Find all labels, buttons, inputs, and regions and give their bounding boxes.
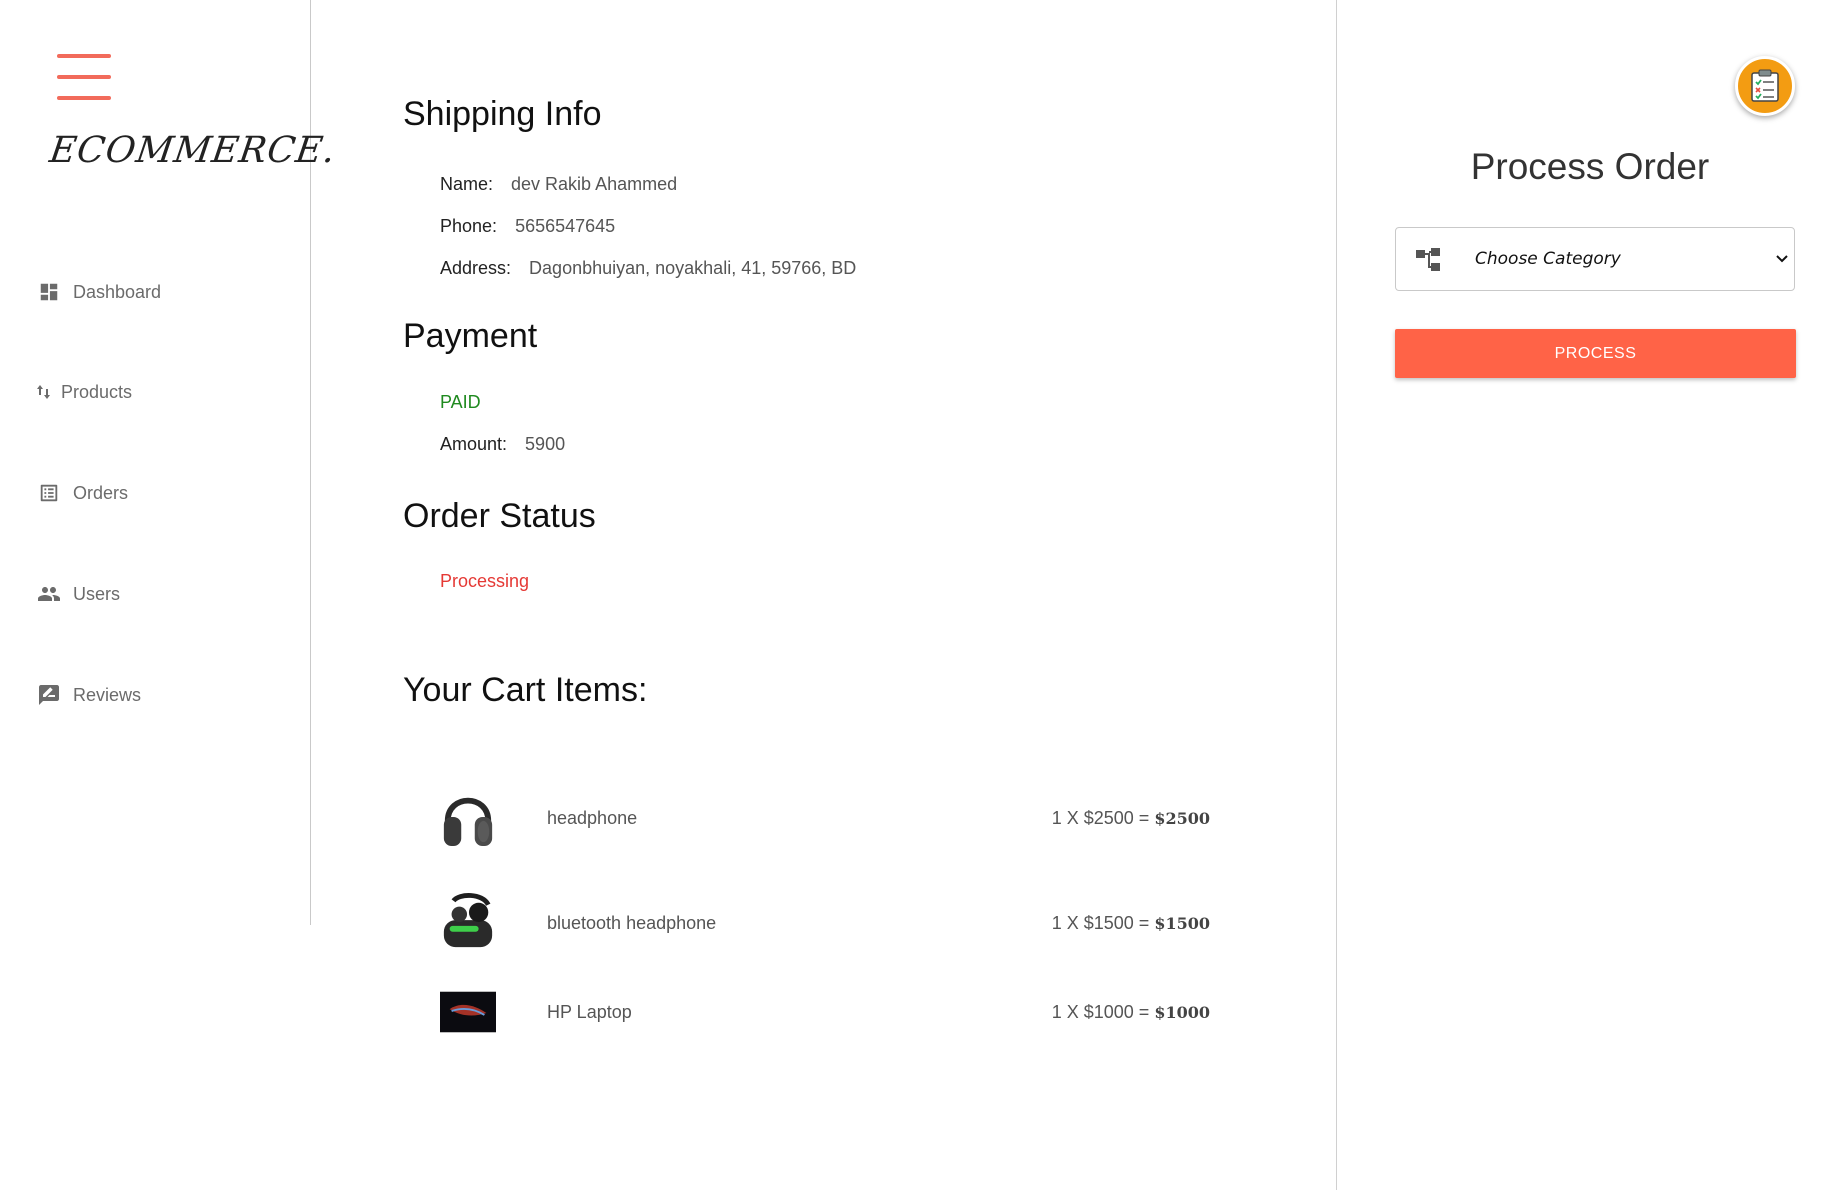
sidebar-item-label: Orders bbox=[73, 482, 129, 503]
cart-items-heading: Your Cart Items: bbox=[403, 671, 648, 709]
hp-laptop-image bbox=[440, 976, 496, 1048]
category-select-value: Choose Category bbox=[1475, 249, 1621, 269]
payment-heading: Payment bbox=[403, 317, 538, 355]
shipping-info-heading: Shipping Info bbox=[403, 95, 602, 133]
sidebar-item-label: Users bbox=[73, 583, 121, 604]
sort-arrows-icon bbox=[37, 380, 51, 404]
sidebar-item-label: Reviews bbox=[73, 684, 142, 705]
payment-status: PAID bbox=[440, 392, 481, 412]
cart-item-price: 1 X $2500 = $2500 bbox=[1051, 807, 1210, 828]
cart-item-name[interactable]: bluetooth headphone bbox=[547, 913, 716, 934]
sidebar: ECOMMERCE. Dashboard Products Orders Use… bbox=[0, 0, 339, 925]
sidebar-item-dashboard[interactable]: Dashboard bbox=[37, 280, 161, 304]
cart-item-price: 1 X $1000 = $1000 bbox=[1051, 1001, 1210, 1022]
account-tree-icon bbox=[1416, 248, 1442, 272]
sidebar-item-reviews[interactable]: Reviews bbox=[37, 683, 141, 707]
amount-label: Amount: bbox=[440, 434, 508, 454]
phone-value: 5656547645 bbox=[515, 216, 616, 236]
sidebar-item-label: Products bbox=[61, 381, 133, 402]
clipboard-checklist-icon[interactable] bbox=[1735, 56, 1795, 116]
headphone-image bbox=[440, 782, 496, 854]
logo[interactable]: ECOMMERCE. bbox=[47, 130, 338, 171]
sidebar-item-products[interactable]: Products bbox=[37, 380, 132, 404]
dashboard-icon bbox=[37, 280, 61, 304]
sidebar-item-orders[interactable]: Orders bbox=[37, 481, 128, 505]
order-status-heading: Order Status bbox=[403, 497, 596, 535]
cart-item-name[interactable]: HP Laptop bbox=[547, 1002, 632, 1023]
shipping-address-row: Address: Dagonbhuiyan, noyakhali, 41, 59… bbox=[440, 258, 856, 279]
rate-review-icon bbox=[37, 683, 61, 707]
chevron-down-icon bbox=[1776, 250, 1788, 266]
address-label: Address: bbox=[440, 258, 512, 278]
shipping-phone-row: Phone: 5656547645 bbox=[440, 216, 615, 237]
sidebar-item-users[interactable]: Users bbox=[37, 582, 120, 606]
name-value: dev Rakib Ahammed bbox=[511, 174, 678, 194]
cart-item: headphone 1 X $2500 = $2500 bbox=[440, 782, 1210, 854]
payment-amount-row: Amount: 5900 bbox=[440, 434, 565, 455]
process-order-heading: Process Order bbox=[1470, 146, 1710, 187]
cart-item: bluetooth headphone 1 X $1500 = $1500 bbox=[440, 887, 1210, 959]
hamburger-menu-icon[interactable] bbox=[57, 54, 111, 100]
phone-label: Phone: bbox=[440, 216, 498, 236]
cart-item-price: 1 X $1500 = $1500 bbox=[1051, 912, 1210, 933]
category-select[interactable]: Choose Category bbox=[1395, 227, 1795, 291]
amount-value: 5900 bbox=[525, 434, 566, 454]
name-label: Name: bbox=[440, 174, 494, 194]
process-button[interactable]: PROCESS bbox=[1395, 329, 1796, 378]
cart-item: HP Laptop 1 X $1000 = $1000 bbox=[440, 976, 1210, 1048]
people-icon bbox=[37, 582, 61, 606]
address-value: Dagonbhuiyan, noyakhali, 41, 59766, BD bbox=[529, 258, 857, 278]
list-icon bbox=[37, 481, 61, 505]
shipping-name-row: Name: dev Rakib Ahammed bbox=[440, 174, 677, 195]
cart-item-name[interactable]: headphone bbox=[547, 808, 637, 829]
bluetooth-headphone-image bbox=[440, 887, 496, 959]
order-status-value: Processing bbox=[440, 571, 530, 591]
sidebar-item-label: Dashboard bbox=[73, 281, 162, 302]
